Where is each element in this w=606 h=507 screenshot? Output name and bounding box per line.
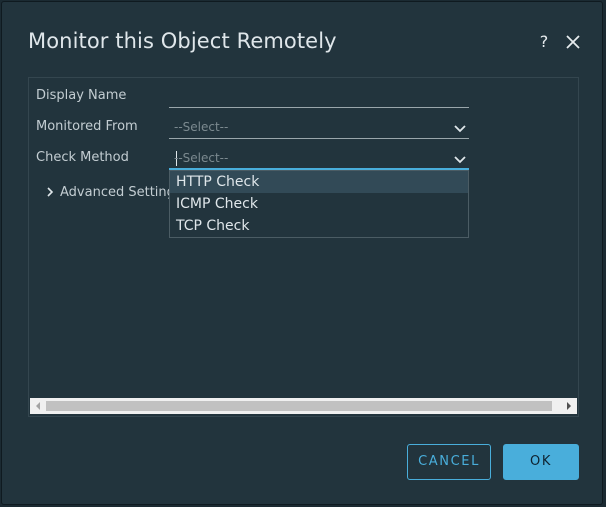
scrollbar-thumb[interactable] <box>46 401 552 411</box>
check-method-label: Check Method <box>36 150 129 165</box>
advanced-settings-toggle[interactable]: Advanced Settings <box>46 182 182 202</box>
chevron-right-icon <box>47 187 54 197</box>
form-panel: Display Name Monitored From --Select-- C… <box>28 77 579 417</box>
dialog-title: Monitor this Object Remotely <box>28 29 337 53</box>
advanced-settings-label: Advanced Settings <box>60 184 182 200</box>
monitor-object-dialog: Monitor this Object Remotely ? Display N… <box>1 1 603 505</box>
check-method-dropdown: HTTP Check ICMP Check TCP Check <box>169 170 469 238</box>
scroll-right-icon[interactable] <box>561 398 577 414</box>
monitored-from-label: Monitored From <box>36 119 138 134</box>
display-name-input[interactable] <box>169 86 469 108</box>
dropdown-option-http-check[interactable]: HTTP Check <box>170 171 468 193</box>
scroll-left-icon[interactable] <box>30 398 46 414</box>
chevron-down-icon <box>454 125 466 133</box>
help-icon[interactable]: ? <box>536 31 552 53</box>
display-name-label: Display Name <box>36 88 127 103</box>
monitored-from-value: --Select-- <box>174 120 229 134</box>
dropdown-option-tcp-check[interactable]: TCP Check <box>170 215 468 237</box>
ok-button[interactable]: OK <box>503 444 579 480</box>
monitored-from-select[interactable]: --Select-- <box>169 117 469 139</box>
cancel-button[interactable]: CANCEL <box>407 444 491 480</box>
chevron-down-icon <box>454 156 466 164</box>
check-method-value: --Select-- <box>174 151 229 165</box>
close-icon[interactable] <box>564 33 582 51</box>
horizontal-scrollbar[interactable] <box>30 398 577 414</box>
dropdown-option-icmp-check[interactable]: ICMP Check <box>170 193 468 215</box>
check-method-select[interactable]: --Select-- <box>169 148 469 170</box>
